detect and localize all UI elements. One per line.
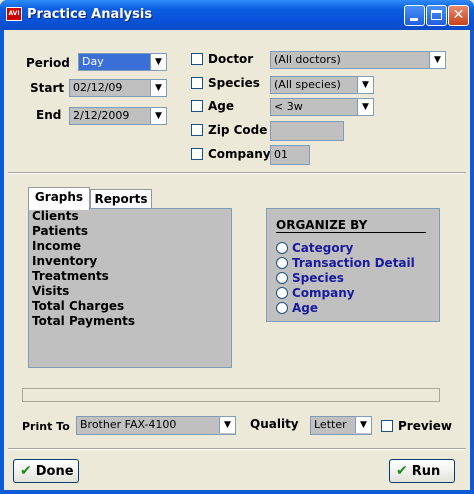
option-label: Species (292, 271, 344, 285)
list-item[interactable]: Clients (29, 209, 231, 224)
age-value: < 3w (274, 100, 303, 113)
chevron-down-icon[interactable]: ▼ (429, 52, 445, 68)
separator (8, 448, 466, 450)
chevron-down-icon[interactable]: ▼ (150, 54, 166, 70)
quality-label: Quality (250, 417, 299, 431)
printer-dropdown[interactable]: Brother FAX-4100 ▼ (76, 416, 236, 435)
organize-by-panel: ORGANIZE BY Category Transaction Detail … (266, 208, 440, 322)
end-label: End (36, 108, 62, 122)
list-item[interactable]: Treatments (29, 269, 231, 284)
species-label: Species (208, 76, 260, 90)
end-date-picker[interactable]: 2/12/2009 ▼ (69, 107, 167, 125)
start-date-picker[interactable]: 02/12/09 ▼ (69, 79, 167, 97)
minimize-button[interactable] (404, 5, 425, 26)
company-checkbox[interactable] (191, 148, 203, 160)
age-checkbox[interactable] (191, 100, 203, 112)
species-checkbox[interactable] (191, 77, 203, 89)
option-label: Age (292, 301, 319, 315)
age-label: Age (208, 99, 235, 113)
done-label: Done (35, 464, 74, 479)
chevron-down-icon[interactable]: ▼ (355, 417, 371, 433)
company-label: Company (208, 147, 271, 161)
doctor-dropdown[interactable]: (All doctors) ▼ (270, 51, 446, 69)
period-dropdown[interactable]: Day ▼ (78, 53, 167, 71)
list-item[interactable]: Inventory (29, 254, 231, 269)
chevron-down-icon[interactable]: ▼ (357, 99, 373, 115)
list-item[interactable]: Income (29, 239, 231, 254)
chevron-down-icon[interactable]: ▼ (219, 417, 235, 433)
option-label: Transaction Detail (292, 256, 415, 270)
done-button[interactable]: ✔ Done (13, 459, 79, 483)
radio-icon[interactable] (276, 257, 288, 269)
preview-label: Preview (398, 419, 453, 433)
option-label: Company (292, 286, 355, 300)
chevron-down-icon[interactable]: ▼ (150, 80, 166, 96)
window: AVI Practice Analysis ✕ Period Day ▼ Sta… (0, 0, 474, 494)
graphs-list[interactable]: Clients Patients Income Inventory Treatm… (28, 208, 232, 368)
title-bar[interactable]: AVI Practice Analysis ✕ (0, 0, 474, 30)
zip-input[interactable] (270, 121, 344, 141)
tab-graphs[interactable]: Graphs (28, 187, 90, 210)
printer-value: Brother FAX-4100 (80, 418, 177, 431)
zip-label: Zip Code (208, 123, 268, 137)
run-button[interactable]: ✔ Run (389, 459, 455, 483)
species-dropdown[interactable]: (All species) ▼ (270, 76, 374, 94)
list-item[interactable]: Visits (29, 284, 231, 299)
quality-dropdown[interactable]: Letter ▼ (310, 416, 372, 435)
list-item[interactable]: Total Payments (29, 314, 231, 329)
organize-option-company[interactable]: Company (276, 286, 355, 301)
doctor-checkbox[interactable] (191, 53, 203, 65)
checkmark-icon: ✔ (20, 463, 32, 479)
radio-icon[interactable] (276, 272, 288, 284)
chevron-down-icon[interactable]: ▼ (357, 77, 373, 93)
app-icon: AVI (6, 7, 22, 21)
organize-option-species[interactable]: Species (276, 271, 344, 286)
maximize-icon (431, 10, 442, 20)
organize-option-age[interactable]: Age (276, 301, 318, 316)
preview-checkbox[interactable] (381, 420, 393, 432)
list-item[interactable]: Patients (29, 224, 231, 239)
species-value: (All species) (274, 78, 341, 91)
close-icon: ✕ (452, 7, 465, 23)
print-to-label: Print To (22, 420, 70, 433)
list-item[interactable]: Total Charges (29, 299, 231, 314)
period-label: Period (26, 56, 70, 70)
window-title: Practice Analysis (27, 7, 153, 22)
period-value: Day (82, 55, 104, 68)
checkmark-icon: ✔ (396, 463, 408, 479)
radio-icon[interactable] (276, 287, 288, 299)
end-value: 2/12/2009 (73, 109, 130, 122)
option-label: Category (292, 241, 354, 255)
quality-value: Letter (314, 418, 347, 431)
start-value: 02/12/09 (73, 81, 123, 94)
start-label: Start (30, 81, 65, 95)
organize-by-title: ORGANIZE BY (276, 218, 426, 233)
age-dropdown[interactable]: < 3w ▼ (270, 98, 374, 116)
run-label: Run (411, 464, 441, 479)
maximize-button[interactable] (426, 5, 447, 26)
zip-checkbox[interactable] (191, 124, 203, 136)
minimize-icon (410, 18, 418, 21)
progress-bar (22, 388, 440, 402)
radio-icon[interactable] (276, 242, 288, 254)
organize-option-transaction-detail[interactable]: Transaction Detail (276, 256, 415, 271)
dialog-body: Period Day ▼ Start 02/12/09 ▼ End 2/12/2… (4, 30, 470, 490)
organize-option-category[interactable]: Category (276, 241, 353, 256)
company-input[interactable]: 01 (270, 145, 310, 165)
tab-reports[interactable]: Reports (90, 189, 152, 210)
doctor-value: (All doctors) (274, 53, 341, 66)
chevron-down-icon[interactable]: ▼ (150, 108, 166, 124)
separator (8, 172, 466, 174)
radio-icon[interactable] (276, 302, 288, 314)
doctor-label: Doctor (208, 52, 254, 66)
close-button[interactable]: ✕ (448, 5, 469, 26)
